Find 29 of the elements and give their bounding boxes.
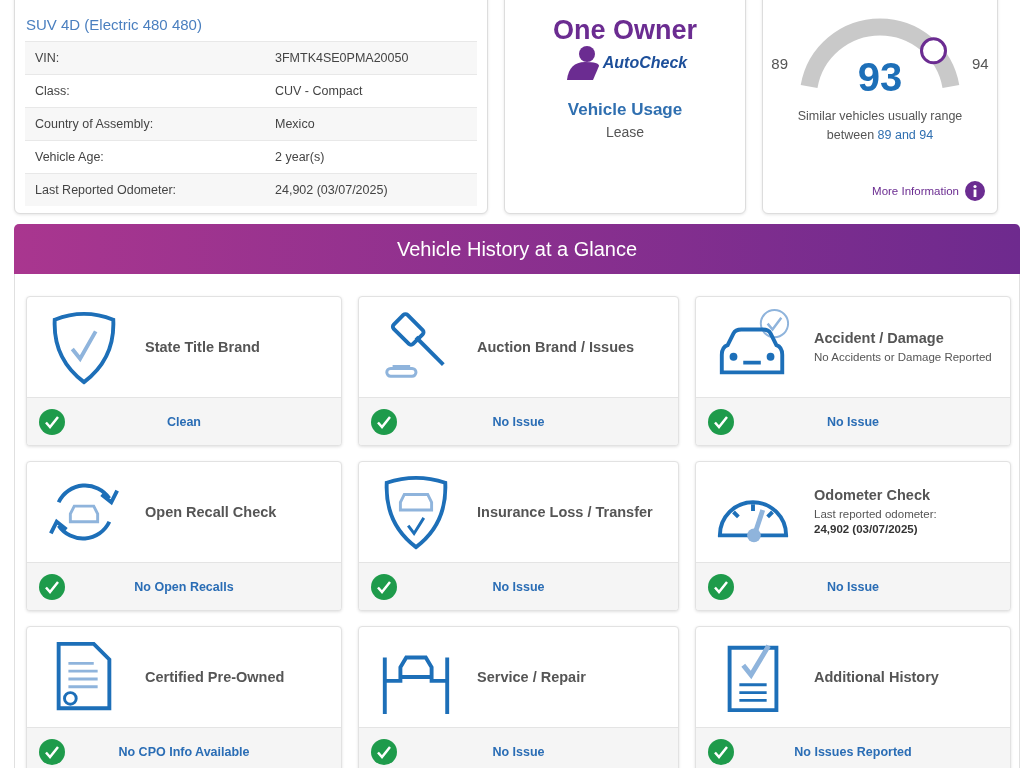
- one-owner-badge-title: One Owner: [553, 17, 697, 44]
- section-title: Vehicle History at a Glance: [396, 237, 638, 261]
- check-detail: Last reported odometer: 24,902 (03/07/2025): [814, 507, 937, 537]
- check-title: State Title Brand: [145, 339, 260, 355]
- gauge-max-label: 94: [972, 55, 989, 72]
- detail-value: 24,902 (03/07/2025): [265, 173, 477, 206]
- gauge-min-label: 89: [771, 55, 788, 72]
- detail-label: VIN:: [25, 41, 265, 75]
- check-title: Certified Pre-Owned: [145, 669, 285, 685]
- vehicle-subtitle: SUV 4D (Electric 480 480): [26, 16, 203, 33]
- detail-value: 3FMTK4SE0PMA20050: [265, 41, 477, 75]
- info-icon[interactable]: [965, 180, 985, 201]
- check-title: Insurance Loss / Transfer: [477, 504, 653, 520]
- score-value: 93: [857, 57, 903, 97]
- check-title: Odometer Check: [814, 487, 932, 504]
- detail-value: Mexico: [265, 107, 477, 141]
- detail-label: Last Reported Odometer:: [25, 173, 265, 206]
- usage-value: Lease: [605, 124, 645, 140]
- check-title: Additional History: [814, 669, 939, 685]
- check-detail: No Accidents or Damage Reported: [814, 349, 992, 365]
- autocheck-brand: AutoCheck: [602, 54, 688, 72]
- check-title: Auction Brand / Issues: [477, 339, 635, 355]
- score-range-note: Similar vehicles usually range between 89 and 94: [796, 108, 964, 144]
- detail-label: Country of Assembly:: [25, 107, 265, 141]
- usage-label: Vehicle Usage: [567, 100, 683, 120]
- more-information-link[interactable]: More Information: [872, 184, 959, 197]
- check-title: Accident / Damage: [814, 329, 945, 346]
- check-title: Service / Repair: [477, 669, 586, 685]
- check-title: Open Recall Check: [145, 504, 277, 520]
